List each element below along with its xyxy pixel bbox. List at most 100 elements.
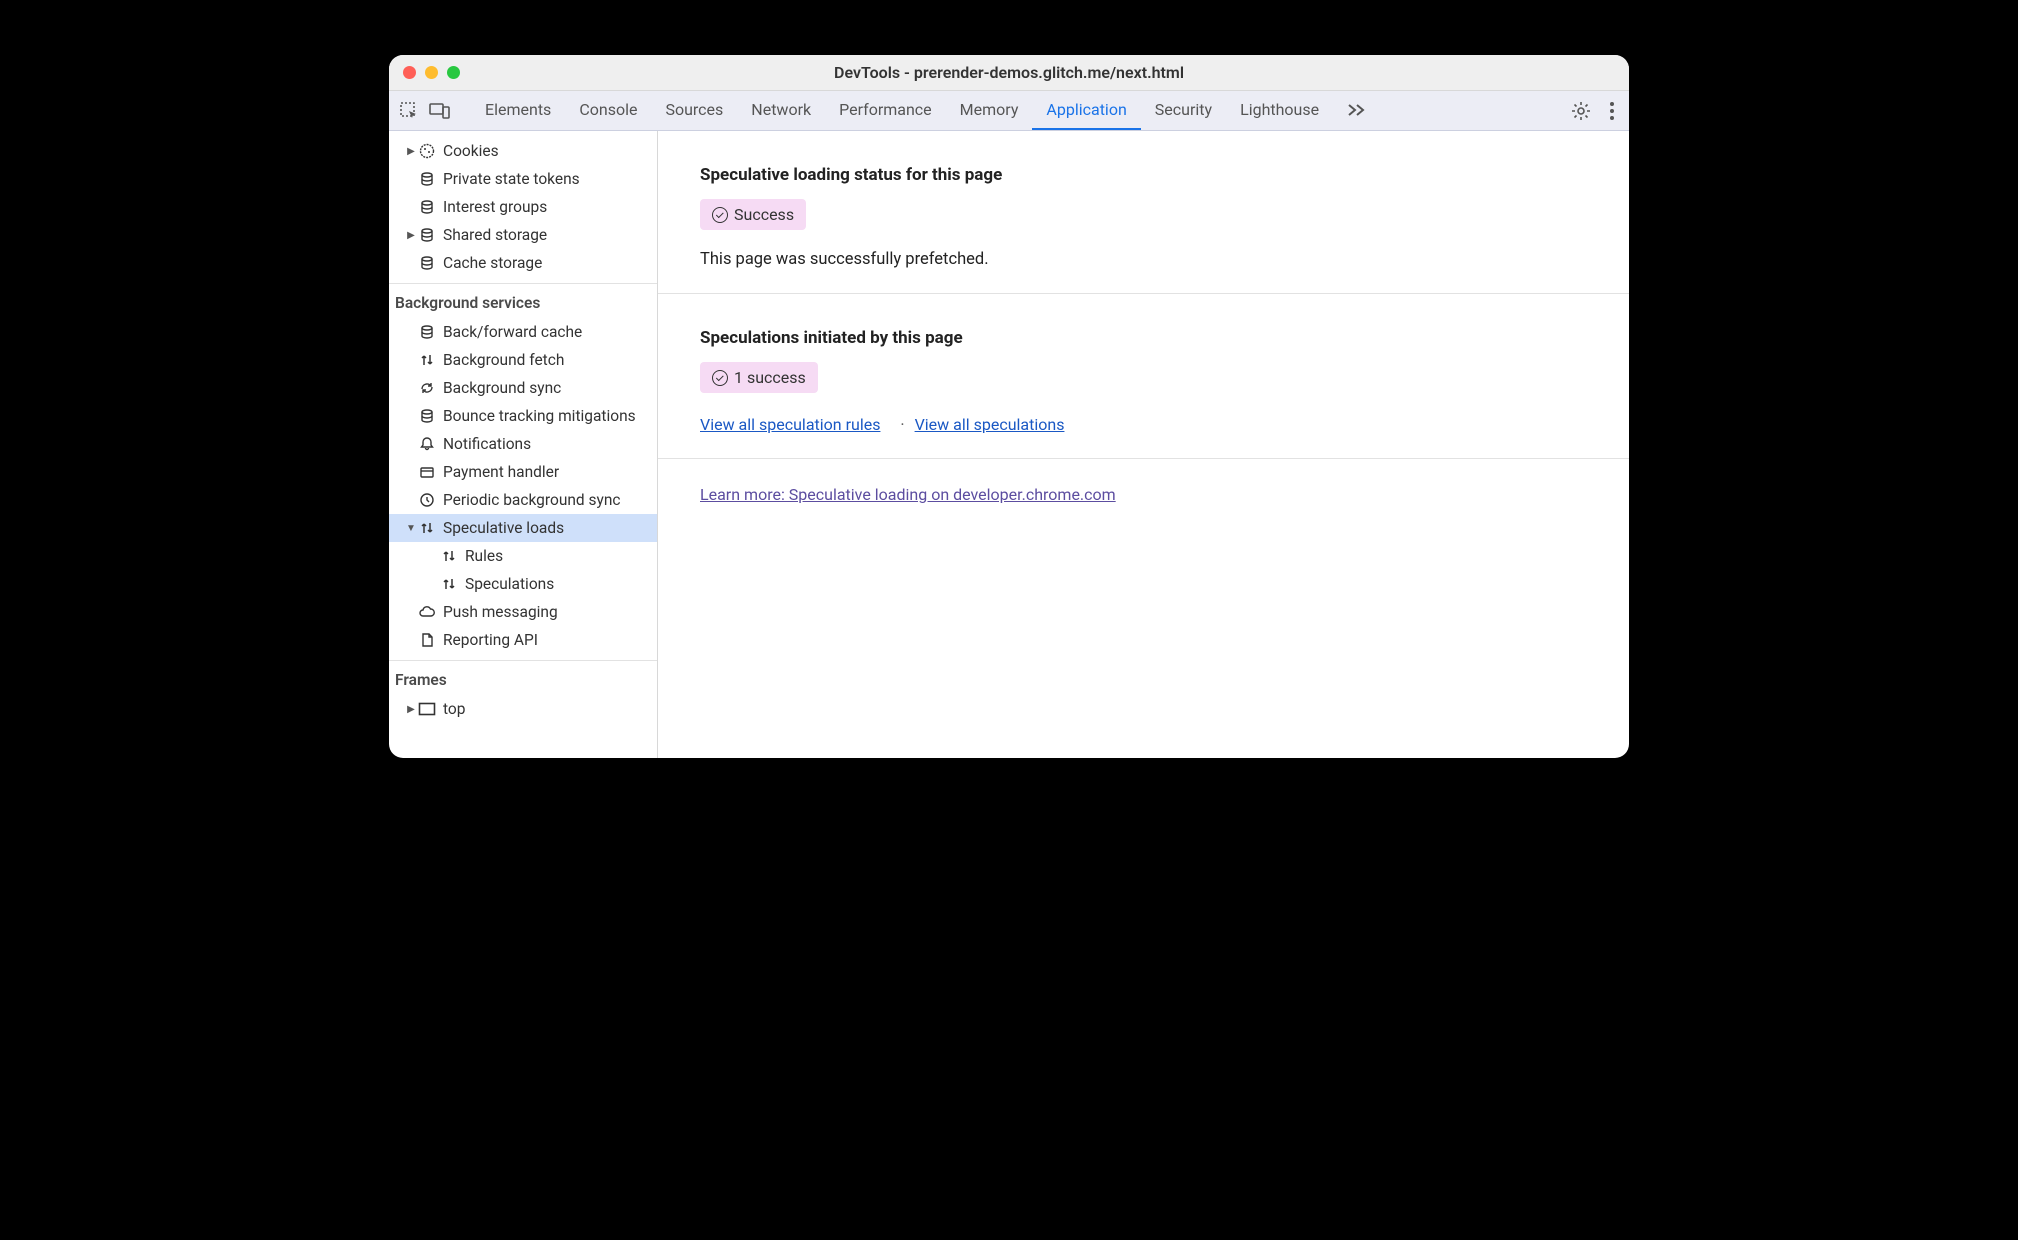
updown-icon xyxy=(417,352,437,368)
learn-more-section: Learn more: Speculative loading on devel… xyxy=(658,459,1629,530)
sidebar-item-label: Bounce tracking mitigations xyxy=(443,407,636,425)
sidebar-item-cookies[interactable]: ▶ Cookies xyxy=(389,137,657,165)
sidebar-item-speculations[interactable]: Speculations xyxy=(389,570,657,598)
status-badge: Success xyxy=(700,199,806,230)
speculations-badge: 1 success xyxy=(700,362,818,393)
tab-memory[interactable]: Memory xyxy=(946,91,1033,130)
tab-overflow[interactable] xyxy=(1333,91,1381,130)
speculation-links: View all speculation rules · View all sp… xyxy=(700,415,1587,434)
card-icon xyxy=(417,464,437,480)
status-panel: Speculative loading status for this page… xyxy=(658,131,1629,294)
database-icon xyxy=(417,408,437,424)
bell-icon xyxy=(417,436,437,452)
sidebar-item-back-forward-cache[interactable]: ▶ Back/forward cache xyxy=(389,318,657,346)
tab-bar: Elements Console Sources Network Perform… xyxy=(471,91,1381,130)
sidebar-section-background-services: Background services xyxy=(389,283,657,318)
tab-lighthouse[interactable]: Lighthouse xyxy=(1226,91,1333,130)
updown-icon xyxy=(439,548,459,564)
updown-icon xyxy=(439,576,459,592)
sidebar: ▶ Cookies ▶ Private state tokens ▶ Inter… xyxy=(389,131,658,758)
speculations-heading: Speculations initiated by this page xyxy=(700,328,1587,348)
chevron-down-icon: ▼ xyxy=(405,523,417,534)
cloud-icon xyxy=(417,604,437,620)
sidebar-item-notifications[interactable]: ▶ Notifications xyxy=(389,430,657,458)
sidebar-item-label: Reporting API xyxy=(443,631,538,649)
tab-elements[interactable]: Elements xyxy=(471,91,565,130)
gear-icon[interactable] xyxy=(1571,101,1591,121)
sidebar-item-push-messaging[interactable]: ▶ Push messaging xyxy=(389,598,657,626)
check-circle-icon xyxy=(712,207,728,223)
tab-console[interactable]: Console xyxy=(565,91,651,130)
updown-icon xyxy=(417,520,437,536)
traffic-lights xyxy=(403,66,460,79)
database-icon xyxy=(417,324,437,340)
sidebar-item-periodic-sync[interactable]: ▶ Periodic background sync xyxy=(389,486,657,514)
device-icon[interactable] xyxy=(429,101,451,121)
sidebar-item-label: Back/forward cache xyxy=(443,323,582,341)
sidebar-item-background-sync[interactable]: ▶ Background sync xyxy=(389,374,657,402)
titlebar: DevTools - prerender-demos.glitch.me/nex… xyxy=(389,55,1629,91)
cookie-icon xyxy=(417,143,437,159)
link-learn-more[interactable]: Learn more: Speculative loading on devel… xyxy=(700,485,1116,504)
content: ▶ Cookies ▶ Private state tokens ▶ Inter… xyxy=(389,131,1629,758)
sidebar-item-label: Private state tokens xyxy=(443,170,580,188)
inspect-icon[interactable] xyxy=(399,101,419,121)
kebab-icon[interactable] xyxy=(1609,101,1615,121)
check-circle-icon xyxy=(712,370,728,386)
sidebar-item-label: Cache storage xyxy=(443,254,542,272)
speculations-panel: Speculations initiated by this page 1 su… xyxy=(658,294,1629,459)
window-title: DevTools - prerender-demos.glitch.me/nex… xyxy=(834,63,1184,82)
tab-performance[interactable]: Performance xyxy=(825,91,946,130)
database-icon xyxy=(417,199,437,215)
tab-application[interactable]: Application xyxy=(1032,91,1140,130)
database-icon xyxy=(417,255,437,271)
document-icon xyxy=(417,632,437,648)
sidebar-item-label: Background sync xyxy=(443,379,561,397)
chevron-right-icon: ▶ xyxy=(405,230,417,241)
status-badge-label: Success xyxy=(734,205,794,224)
sidebar-item-label: Speculative loads xyxy=(443,519,564,537)
sidebar-item-speculative-loads[interactable]: ▼ Speculative loads xyxy=(389,514,657,542)
sidebar-item-label: Payment handler xyxy=(443,463,559,481)
sidebar-item-payment-handler[interactable]: ▶ Payment handler xyxy=(389,458,657,486)
main-panel: Speculative loading status for this page… xyxy=(658,131,1629,758)
sidebar-item-rules[interactable]: Rules xyxy=(389,542,657,570)
status-body: This page was successfully prefetched. xyxy=(700,250,1587,269)
minimize-icon[interactable] xyxy=(425,66,438,79)
sidebar-item-label: top xyxy=(443,700,465,718)
sidebar-item-label: Shared storage xyxy=(443,226,547,244)
chevron-right-icon: ▶ xyxy=(405,146,417,157)
link-view-rules[interactable]: View all speculation rules xyxy=(700,415,880,434)
sidebar-item-bounce-tracking[interactable]: ▶ Bounce tracking mitigations xyxy=(389,402,657,430)
sidebar-item-label: Notifications xyxy=(443,435,531,453)
separator-dot: · xyxy=(900,415,904,434)
sidebar-item-background-fetch[interactable]: ▶ Background fetch xyxy=(389,346,657,374)
sidebar-item-interest-groups[interactable]: ▶ Interest groups xyxy=(389,193,657,221)
zoom-icon[interactable] xyxy=(447,66,460,79)
devtools-window: DevTools - prerender-demos.glitch.me/nex… xyxy=(389,55,1629,758)
close-icon[interactable] xyxy=(403,66,416,79)
sync-icon xyxy=(417,380,437,396)
chevron-right-icon: ▶ xyxy=(405,704,417,715)
database-icon xyxy=(417,171,437,187)
sidebar-item-top-frame[interactable]: ▶ top xyxy=(389,695,657,723)
status-heading: Speculative loading status for this page xyxy=(700,165,1587,185)
speculations-badge-label: 1 success xyxy=(734,368,806,387)
sidebar-item-label: Background fetch xyxy=(443,351,564,369)
tab-network[interactable]: Network xyxy=(737,91,825,130)
sidebar-item-shared-storage[interactable]: ▶ Shared storage xyxy=(389,221,657,249)
sidebar-item-label: Cookies xyxy=(443,142,499,160)
sidebar-item-label: Rules xyxy=(465,547,503,565)
sidebar-item-private-state-tokens[interactable]: ▶ Private state tokens xyxy=(389,165,657,193)
clock-icon xyxy=(417,492,437,508)
tab-sources[interactable]: Sources xyxy=(651,91,737,130)
sidebar-section-frames: Frames xyxy=(389,660,657,695)
frame-icon xyxy=(417,702,437,716)
sidebar-item-reporting-api[interactable]: ▶ Reporting API xyxy=(389,626,657,654)
sidebar-item-label: Interest groups xyxy=(443,198,547,216)
database-icon xyxy=(417,227,437,243)
sidebar-item-cache-storage[interactable]: ▶ Cache storage xyxy=(389,249,657,277)
sidebar-item-label: Periodic background sync xyxy=(443,491,621,509)
link-view-speculations[interactable]: View all speculations xyxy=(915,415,1065,434)
tab-security[interactable]: Security xyxy=(1141,91,1226,130)
